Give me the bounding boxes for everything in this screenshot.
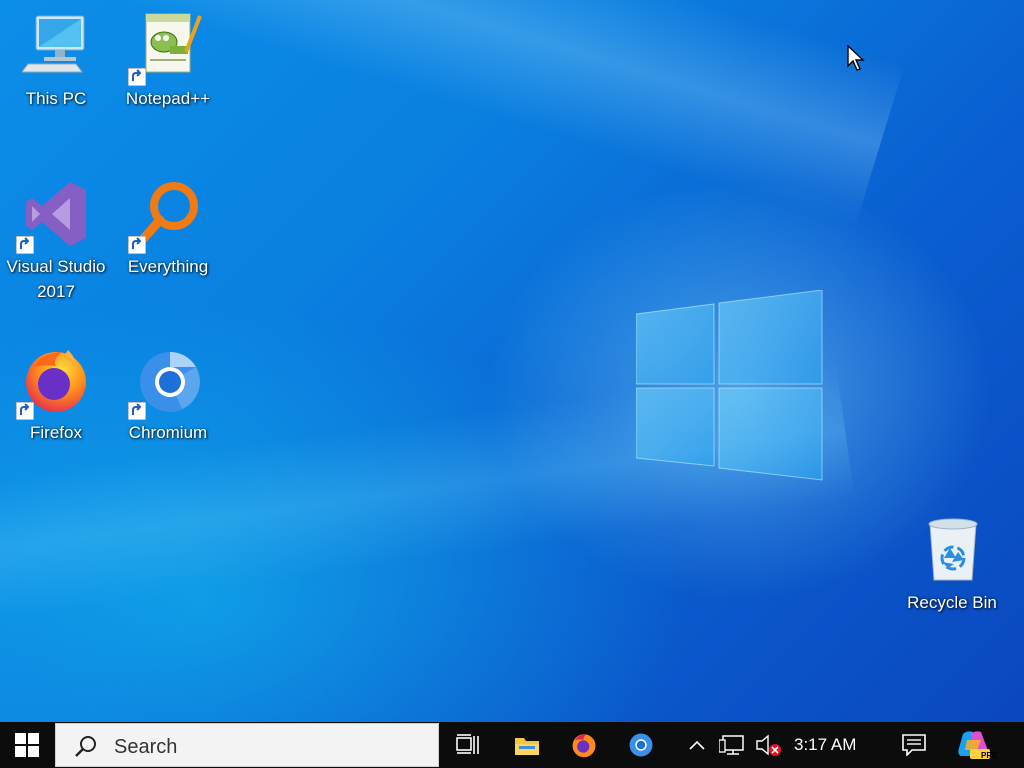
computer-icon	[21, 12, 90, 80]
chromium-icon	[128, 346, 202, 420]
visual-studio-icon	[16, 180, 90, 254]
desktop-icon-everything[interactable]: Everything	[114, 180, 222, 279]
task-view-icon	[456, 734, 479, 754]
tray-network[interactable]	[716, 722, 748, 768]
shortcut-arrow-icon	[128, 236, 146, 254]
volume-muted-icon	[756, 734, 781, 756]
shortcut-arrow-icon	[128, 68, 146, 86]
action-center-icon	[902, 734, 926, 756]
desktop-icon-notepad-plus-plus[interactable]: Notepad++	[114, 12, 222, 111]
tray-show-hidden-button[interactable]	[684, 722, 710, 768]
desktop-icon-label: Notepad++	[125, 89, 211, 108]
desktop-icon-chromium[interactable]: Chromium	[114, 346, 222, 445]
desktop-icon-label: Firefox	[30, 423, 82, 442]
desktop[interactable]: This PC Notepad++ Visual Studio 2017 Eve…	[0, 0, 1024, 722]
shortcut-arrow-icon	[16, 236, 34, 254]
desktop-icon-label: This PC	[25, 89, 87, 108]
action-center-button[interactable]	[896, 722, 932, 768]
desktop-icon-this-pc[interactable]: This PC	[2, 12, 110, 111]
shortcut-arrow-icon	[16, 402, 34, 420]
chevron-up-icon	[689, 740, 705, 750]
copilot-button[interactable]: PRE	[952, 722, 998, 768]
desktop-icon-label: Everything	[127, 257, 209, 276]
firefox-icon	[572, 734, 596, 758]
tray-clock[interactable]: 3:17 AM	[794, 722, 856, 768]
taskbar-chromium[interactable]	[618, 722, 664, 768]
mouse-cursor-icon	[847, 44, 865, 71]
notepad-plus-plus-icon	[128, 12, 202, 86]
search-icon	[75, 736, 96, 757]
windows-start-icon	[15, 733, 39, 757]
desktop-icon-visual-studio[interactable]: Visual Studio 2017	[2, 180, 110, 304]
desktop-icon-recycle-bin[interactable]: Recycle Bin	[898, 516, 1006, 615]
search-placeholder: Search	[114, 736, 178, 758]
network-icon	[719, 735, 744, 755]
tray-volume[interactable]	[752, 722, 784, 768]
taskbar-firefox[interactable]	[561, 722, 607, 768]
desktop-icon-firefox[interactable]: Firefox	[2, 346, 110, 445]
task-view-button[interactable]	[446, 722, 490, 768]
recycle-bin-icon	[918, 516, 986, 584]
desktop-icon-label: Recycle Bin	[907, 593, 997, 612]
copilot-badge: PRE	[981, 751, 998, 760]
firefox-icon	[16, 346, 90, 420]
chromium-icon	[629, 733, 653, 757]
shortcut-arrow-icon	[128, 402, 146, 420]
start-button[interactable]	[0, 722, 54, 768]
taskbar-file-explorer[interactable]	[504, 722, 550, 768]
taskbar: Search 3:17 AM PRE	[0, 722, 1024, 768]
search-box[interactable]: Search	[55, 723, 439, 767]
windows-logo-wallpaper	[636, 290, 823, 481]
desktop-icon-label: Chromium	[128, 423, 208, 442]
desktop-icon-label: Visual Studio 2017	[6, 257, 106, 301]
file-explorer-icon	[515, 738, 539, 755]
everything-search-icon	[128, 180, 202, 254]
